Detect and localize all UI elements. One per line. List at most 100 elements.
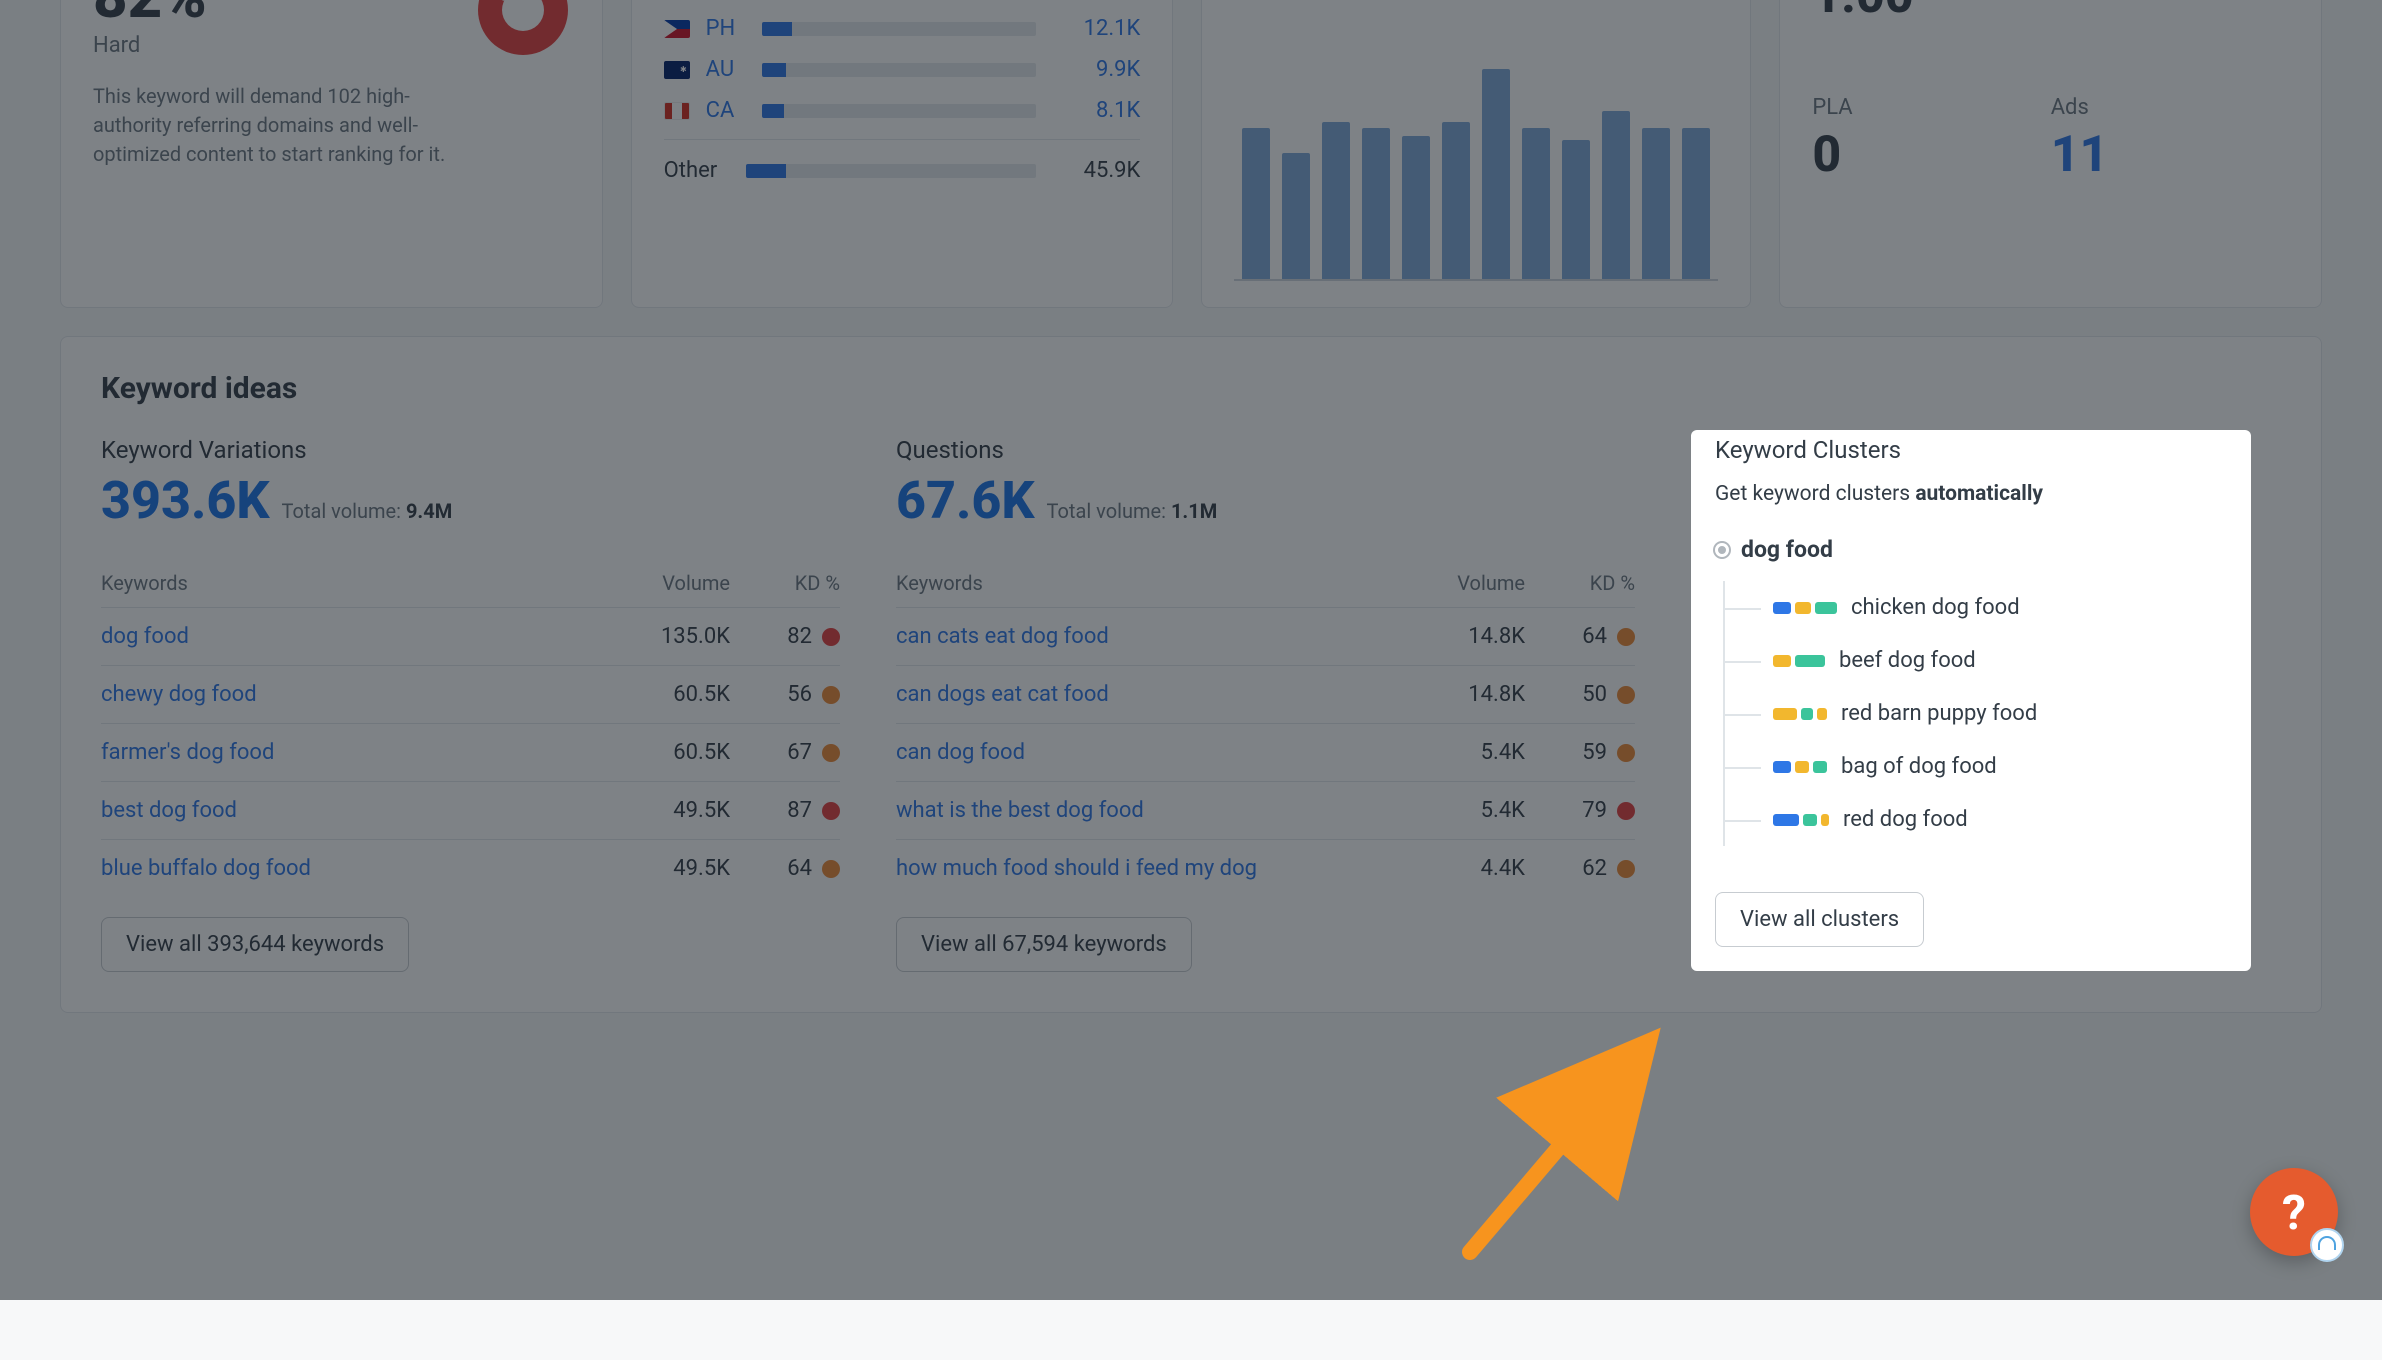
geo-bar [762, 22, 1037, 36]
cluster-leaf-label: red dog food [1843, 807, 1968, 832]
keyword-link[interactable]: can dog food [896, 740, 1025, 765]
table-row: best dog food49.5K87 [101, 782, 840, 840]
geo-bar [762, 104, 1037, 118]
geo-row[interactable]: AU 9.9K [664, 49, 1141, 90]
keyword-link[interactable]: what is the best dog food [896, 798, 1144, 823]
kd-value: 64 [787, 856, 840, 881]
variations-table: Keywords Volume KD % dog food135.0K82 ch… [101, 559, 840, 897]
keyword-clusters-card: Keyword Clusters Get keyword clusters au… [1691, 430, 2251, 971]
keyword-link[interactable]: blue buffalo dog food [101, 856, 311, 881]
keyword-link[interactable]: farmer's dog food [101, 740, 274, 765]
trend-bar [1402, 136, 1430, 279]
section-title: Keyword ideas [61, 371, 2321, 436]
trend-bar [1642, 128, 1670, 279]
kd-dot-icon [822, 686, 840, 704]
ads-value[interactable]: 11 [2051, 126, 2289, 184]
view-all-questions-button[interactable]: View all 67,594 keywords [896, 917, 1192, 972]
keyword-link[interactable]: best dog food [101, 798, 237, 823]
kd-value: 62 [1582, 856, 1635, 881]
difficulty-label: Hard [93, 33, 458, 58]
keyword-difficulty-card: 82% Hard This keyword will demand 102 hi… [60, 0, 603, 308]
cluster-root-dot-icon [1715, 543, 1729, 557]
competitive-density-value: 1.00 [1812, 0, 2289, 25]
col-kd: KD % [1525, 559, 1635, 608]
variations-count[interactable]: 393.6K [101, 470, 270, 531]
volume-value: 5.4K [1385, 782, 1525, 840]
geo-value: 9.9K [1052, 57, 1140, 82]
ads-label: Ads [2051, 95, 2289, 120]
volume-value: 5.4K [1385, 724, 1525, 782]
kd-dot-icon [1617, 860, 1635, 878]
trend-bar [1442, 122, 1470, 280]
cluster-chips-icon [1773, 602, 1837, 614]
geo-value: 8.1K [1052, 98, 1140, 123]
trend-bar [1602, 111, 1630, 279]
kd-dot-icon [822, 628, 840, 646]
cluster-leaf[interactable]: beef dog food [1725, 634, 2227, 687]
cluster-chips-icon [1773, 814, 1829, 826]
pla-label: PLA [1812, 95, 2050, 120]
trend-chart-card [1201, 0, 1751, 308]
table-row: can cats eat dog food14.8K64 [896, 608, 1635, 666]
kd-value: 82 [787, 624, 840, 649]
geo-row[interactable]: PH12.1K [664, 8, 1141, 49]
keyword-link[interactable]: chewy dog food [101, 682, 257, 707]
trend-bar [1522, 128, 1550, 279]
cluster-root[interactable]: dog food [1715, 536, 2227, 563]
difficulty-description: This keyword will demand 102 high-author… [93, 82, 458, 169]
table-row: can dog food 5.4K 59 [896, 724, 1635, 782]
cluster-leaf[interactable]: bag of dog food [1725, 740, 2227, 793]
cluster-chips-icon [1773, 761, 1827, 773]
difficulty-percent: 82% [93, 0, 458, 27]
geo-row-other: Other45.9K [664, 139, 1141, 191]
view-all-variations-button[interactable]: View all 393,644 keywords [101, 917, 409, 972]
cluster-leaf[interactable]: red barn puppy food [1725, 687, 2227, 740]
kd-dot-icon [1617, 744, 1635, 762]
keyword-link[interactable]: how much food should i feed my dog [896, 856, 1257, 881]
difficulty-donut-icon [476, 0, 570, 57]
cluster-tree: chicken dog foodbeef dog food red barn pu… [1723, 581, 2227, 846]
cluster-root-label: dog food [1741, 536, 1833, 563]
questions-count[interactable]: 67.6K [896, 470, 1035, 531]
keyword-link[interactable]: can dogs eat cat food [896, 682, 1109, 707]
geo-country-code: AU [706, 57, 746, 82]
cluster-leaf[interactable]: chicken dog food [1725, 581, 2227, 634]
volume-value: 60.5K [590, 666, 730, 724]
flag-icon [664, 61, 690, 79]
variations-heading: Keyword Variations [101, 436, 840, 464]
trend-bar [1482, 69, 1510, 279]
volume-value: 4.4K [1385, 840, 1525, 898]
geo-row[interactable]: UK22.2K [664, 0, 1141, 8]
ads-card: 1.00 PLA 0 Ads 11 [1779, 0, 2322, 308]
keyword-link[interactable]: dog food [101, 624, 189, 649]
cluster-leaf-label: red barn puppy food [1841, 701, 2037, 726]
questions-table: Keywords Volume KD % can cats eat dog fo… [896, 559, 1635, 897]
questions-heading: Questions [896, 436, 1635, 464]
cluster-leaf[interactable]: red dog food [1725, 793, 2227, 846]
kd-value: 59 [1582, 740, 1635, 765]
keyword-link[interactable]: can cats eat dog food [896, 624, 1109, 649]
table-row: blue buffalo dog food49.5K64 [101, 840, 840, 898]
trend-bar [1682, 128, 1710, 279]
variations-total-volume: Total volume: 9.4M [282, 499, 453, 523]
help-button[interactable]: ? [2250, 1168, 2338, 1256]
geo-value: 45.9K [1052, 158, 1140, 183]
flag-icon [664, 102, 690, 120]
table-row: farmer's dog food60.5K67 [101, 724, 840, 782]
help-icon: ? [2282, 1184, 2306, 1241]
col-volume: Volume [1385, 559, 1525, 608]
keyword-ideas-section: Keyword ideas Keyword Variations 393.6K … [60, 336, 2322, 1013]
col-volume: Volume [590, 559, 730, 608]
geo-bar [746, 164, 1037, 178]
flag-icon [664, 20, 690, 38]
kd-dot-icon [1617, 686, 1635, 704]
kd-value: 87 [787, 798, 840, 823]
table-row: what is the best dog food5.4K79 [896, 782, 1635, 840]
annotation-arrow-icon [1390, 1022, 1690, 1282]
trend-bar [1562, 140, 1590, 279]
view-all-clusters-button[interactable]: View all clusters [1715, 892, 1924, 947]
keyword-clusters-column: Keyword Clusters Get keyword clusters au… [1691, 436, 2281, 972]
geo-row[interactable]: CA8.1K [664, 90, 1141, 131]
trend-bar [1242, 128, 1270, 279]
kd-dot-icon [822, 860, 840, 878]
